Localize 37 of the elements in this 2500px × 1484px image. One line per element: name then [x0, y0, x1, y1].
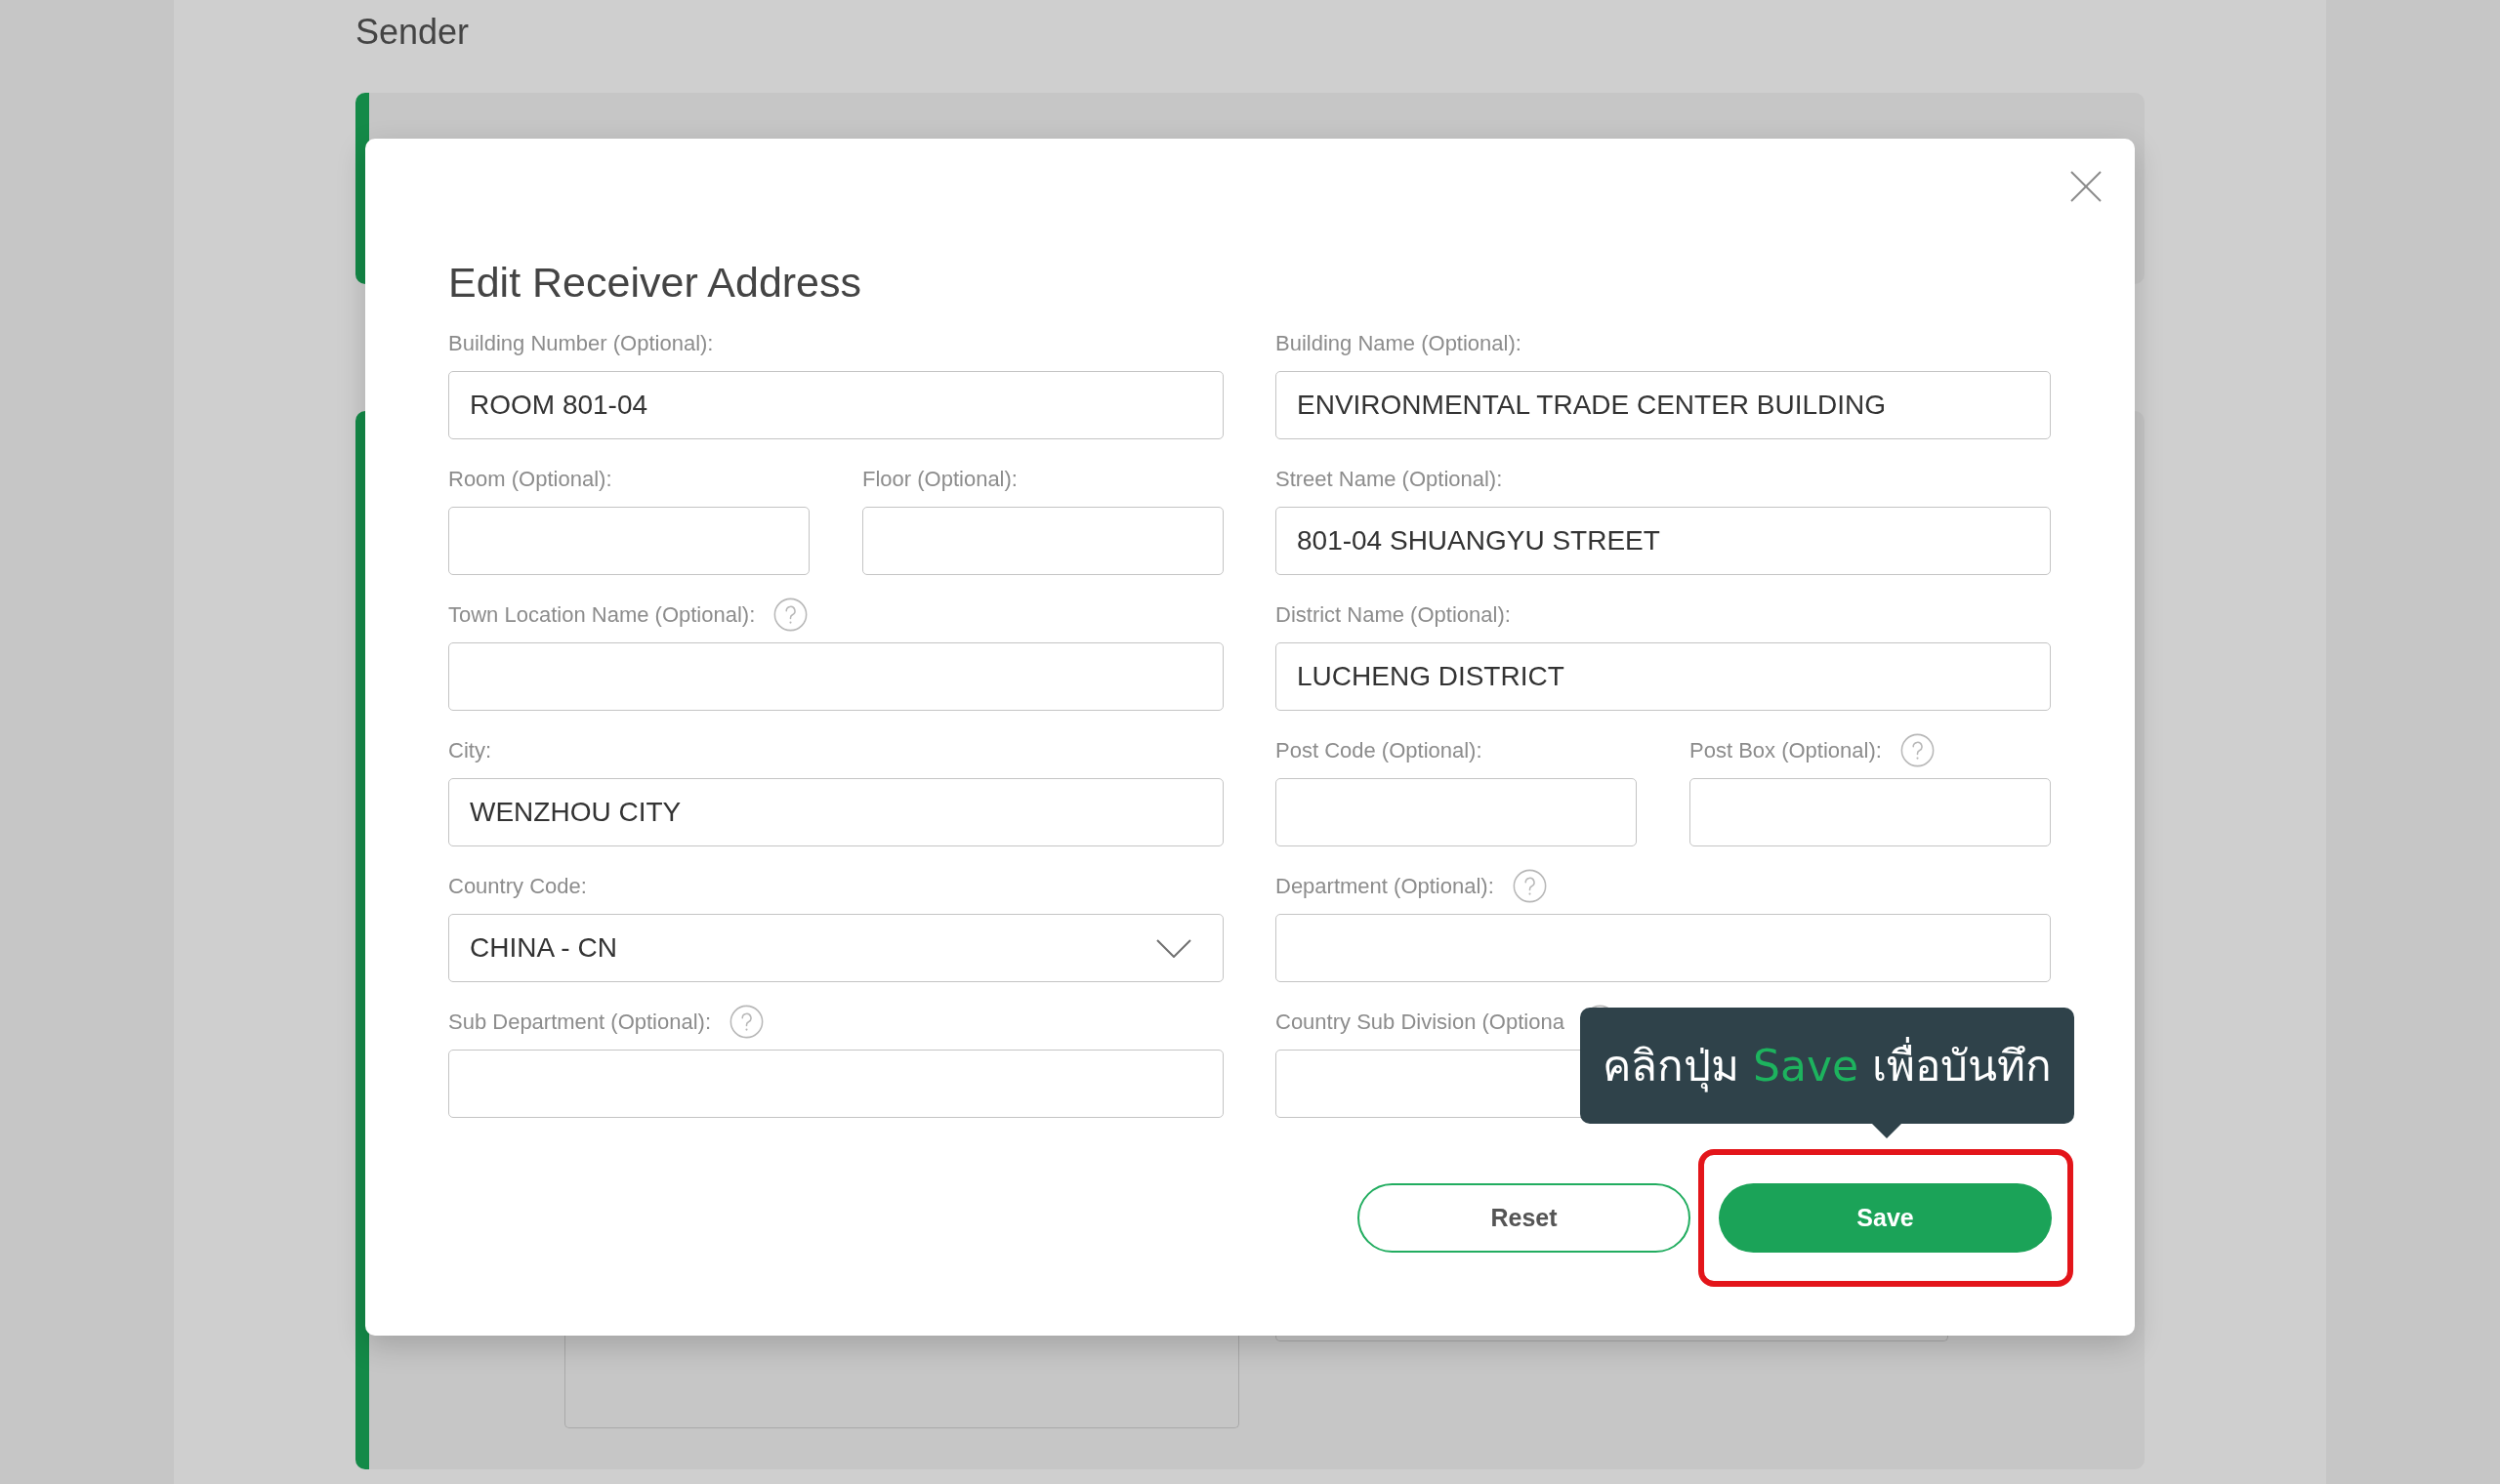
input-field[interactable]: WENZHOU CITY: [448, 778, 1224, 846]
input-field[interactable]: 801-04 SHUANGYU STREET: [1275, 507, 2051, 575]
field-label: District Name (Optional):: [1275, 600, 1511, 629]
input-field[interactable]: [1689, 778, 2051, 846]
field-label: Country Sub Division (Optiona: [1275, 1008, 1564, 1036]
help-icon[interactable]: [729, 1004, 765, 1039]
field-label: Post Code (Optional):: [1275, 736, 1482, 764]
chevron-down-icon: [1156, 938, 1191, 958]
field-label: Room (Optional):: [448, 465, 612, 493]
input-field[interactable]: ENVIRONMENTAL TRADE CENTER BUILDING: [1275, 371, 2051, 439]
help-icon[interactable]: [1512, 868, 1547, 903]
input-field[interactable]: ROOM 801-04: [448, 371, 1224, 439]
field-label: Town Location Name (Optional):: [448, 600, 756, 629]
section-heading: Sender: [355, 11, 470, 54]
field-label: Floor (Optional):: [862, 465, 1018, 493]
field-label: Building Number (Optional):: [448, 329, 714, 357]
reset-button[interactable]: Reset: [1357, 1183, 1690, 1253]
input-field[interactable]: LUCHENG DISTRICT: [1275, 642, 2051, 711]
input-field[interactable]: [1275, 914, 2051, 982]
input-field[interactable]: [448, 1050, 1224, 1118]
tooltip-text: คลิกปุ่ม Save เพื่อบันทึก: [1603, 1036, 2052, 1095]
input-field[interactable]: [1275, 778, 1637, 846]
help-icon[interactable]: [1899, 732, 1935, 767]
input-field[interactable]: [448, 507, 810, 575]
field-label: Building Name (Optional):: [1275, 329, 1521, 357]
field-label: Department (Optional):: [1275, 872, 1494, 900]
dropdown-field[interactable]: CHINA - CN: [448, 914, 1224, 982]
field-label: Country Code:: [448, 872, 587, 900]
field-label: Post Box (Optional):: [1689, 736, 1882, 764]
field-label: Sub Department (Optional):: [448, 1008, 712, 1036]
field-label: City:: [448, 736, 491, 764]
input-field[interactable]: [448, 642, 1224, 711]
field-label: Street Name (Optional):: [1275, 465, 1503, 493]
dialog-title: Edit Receiver Address: [448, 258, 862, 308]
close-icon[interactable]: [2070, 171, 2102, 202]
input-field[interactable]: [862, 507, 1224, 575]
help-icon[interactable]: [773, 597, 809, 632]
